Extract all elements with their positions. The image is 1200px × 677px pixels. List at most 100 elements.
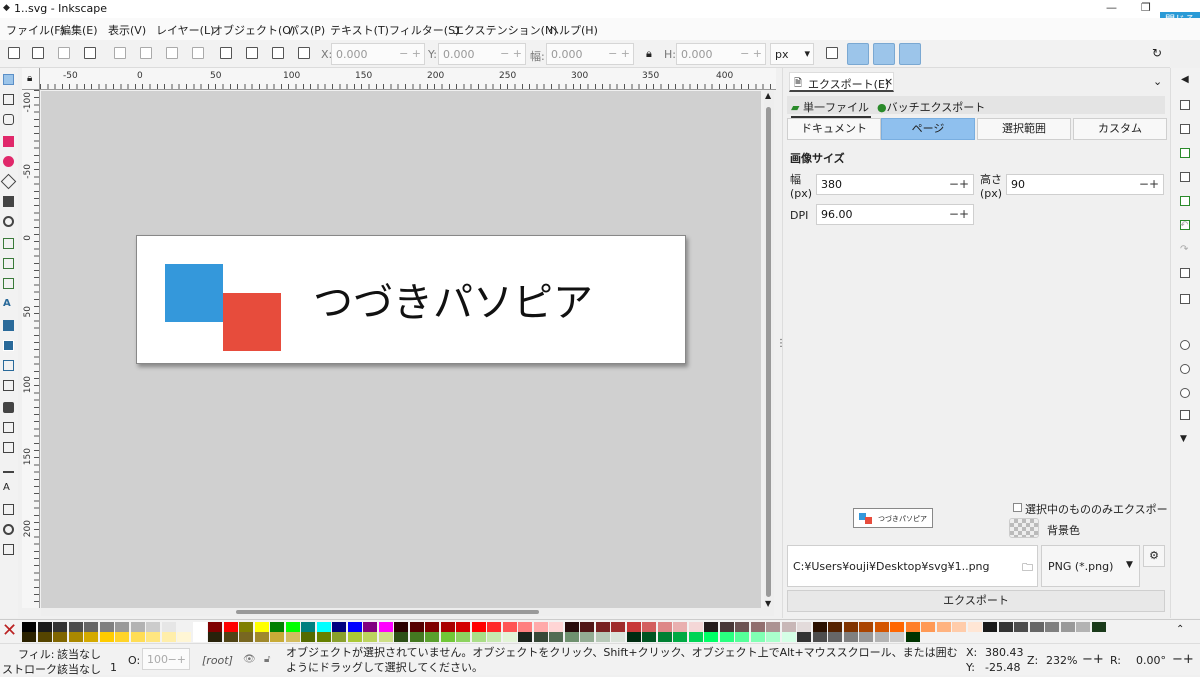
color-swatch[interactable] [952, 622, 966, 632]
color-swatch[interactable] [254, 632, 269, 642]
export-height-field[interactable]: 90 −+ [1006, 174, 1164, 195]
x-field[interactable]: 0.000− + [331, 43, 425, 65]
zoom-fit-icon[interactable] [1180, 410, 1190, 420]
color-swatch[interactable] [564, 632, 579, 642]
raise-icon[interactable] [246, 47, 258, 59]
move-gradients-toggle[interactable] [873, 43, 895, 65]
color-swatch[interactable] [549, 632, 563, 642]
pages-tool-icon[interactable] [3, 504, 14, 515]
color-swatch[interactable] [921, 622, 935, 632]
color-swatch[interactable] [301, 632, 315, 642]
current-layer[interactable]: [root] [202, 654, 233, 667]
color-swatch[interactable] [378, 622, 393, 632]
color-swatch[interactable] [502, 632, 517, 642]
color-swatch[interactable] [1076, 622, 1090, 632]
node-tool-icon[interactable] [3, 94, 14, 105]
zoom-page-icon[interactable] [1180, 388, 1190, 398]
color-swatch[interactable] [177, 632, 191, 642]
minimize-icon[interactable]: — [1106, 1, 1117, 14]
horizontal-scrollbar[interactable] [41, 608, 774, 616]
color-swatch[interactable] [440, 622, 455, 632]
undo-icon[interactable]: ↶ [1180, 220, 1188, 231]
color-swatch[interactable] [843, 632, 858, 642]
color-swatch[interactable] [518, 632, 532, 642]
area-document-button[interactable]: ドキュメント [787, 118, 881, 140]
save-icon[interactable] [1180, 148, 1190, 158]
color-swatch[interactable] [502, 622, 517, 632]
menu-path[interactable]: パス(P) [288, 22, 325, 38]
connector-tool-icon[interactable] [3, 442, 14, 453]
zoom-selection-icon[interactable] [1180, 340, 1190, 350]
spiral-tool-icon[interactable] [3, 216, 14, 227]
copy-icon[interactable] [1180, 268, 1190, 278]
color-swatch[interactable] [859, 622, 873, 632]
panel-menu-chevron-icon[interactable]: ⌄ [1153, 75, 1162, 88]
mesh-tool-icon[interactable] [3, 340, 14, 351]
color-swatch[interactable] [316, 622, 331, 632]
file-format-select[interactable]: PNG (*.png) ▼ [1041, 545, 1140, 587]
paste-icon[interactable] [1180, 294, 1190, 304]
tweak-tool-icon[interactable] [3, 114, 14, 125]
color-swatch[interactable] [37, 632, 52, 642]
color-swatch[interactable] [1029, 622, 1044, 632]
scroll-up-icon[interactable]: ▲ [765, 91, 771, 100]
color-swatch[interactable] [22, 632, 36, 642]
color-swatch[interactable] [688, 622, 703, 632]
gradient-tool-icon[interactable] [3, 320, 14, 331]
lpe-tool-icon[interactable]: A [3, 482, 14, 493]
browse-folder-icon[interactable]: 🗀 [1022, 559, 1033, 578]
color-swatch[interactable] [704, 632, 718, 642]
color-swatch[interactable] [208, 622, 222, 632]
palette-menu-icon[interactable]: ⌃ [1176, 624, 1184, 635]
red-square[interactable] [223, 293, 281, 351]
color-swatch[interactable] [750, 622, 765, 632]
color-swatch[interactable] [456, 622, 470, 632]
color-swatch[interactable] [316, 632, 331, 642]
color-swatch[interactable] [192, 632, 207, 642]
select-all-layers-icon[interactable] [32, 47, 44, 59]
color-swatch[interactable] [890, 622, 904, 632]
color-swatch[interactable] [673, 632, 687, 642]
color-swatch[interactable] [409, 632, 424, 642]
color-swatch[interactable] [363, 632, 377, 642]
color-swatch[interactable] [812, 632, 827, 642]
maximize-icon[interactable]: ❐ [1141, 1, 1151, 14]
measure-tool-icon[interactable] [3, 462, 14, 473]
logo-text[interactable]: つづきパソピア [313, 270, 593, 328]
color-swatch[interactable] [130, 622, 145, 632]
eraser-tool-icon[interactable] [3, 402, 14, 413]
select-same-icon[interactable] [84, 47, 96, 59]
menu-help[interactable]: ヘルプ(H) [548, 22, 598, 38]
document-page[interactable]: つづきパソピア [136, 235, 686, 364]
color-swatch[interactable] [719, 622, 734, 632]
color-swatch[interactable] [1014, 622, 1028, 632]
paint-bucket-tool-icon[interactable] [3, 380, 14, 391]
selector-tool-icon[interactable] [3, 74, 14, 85]
color-swatch[interactable] [208, 632, 222, 642]
rotate-cw-icon[interactable] [140, 47, 152, 59]
star-tool-icon[interactable] [0, 173, 17, 190]
color-swatch[interactable] [115, 622, 129, 632]
zoom-stepper[interactable]: −+ [1082, 652, 1104, 667]
area-selection-button[interactable]: 選択範囲 [977, 118, 1071, 140]
color-swatch[interactable] [797, 622, 811, 632]
color-swatch[interactable] [1045, 622, 1059, 632]
color-swatch[interactable] [347, 622, 362, 632]
color-swatch[interactable] [487, 632, 501, 642]
color-swatch[interactable] [285, 632, 300, 642]
color-swatch[interactable] [812, 622, 827, 632]
rotate-ccw-icon[interactable] [114, 47, 126, 59]
export-tab[interactable]: 🗎 エクスポート(E) × [789, 72, 894, 92]
color-swatch[interactable] [983, 622, 997, 632]
color-swatch[interactable] [487, 622, 501, 632]
color-swatch[interactable] [611, 632, 625, 642]
spray-tool-icon[interactable] [3, 422, 14, 433]
color-swatch[interactable] [828, 632, 842, 642]
color-swatch[interactable] [239, 622, 253, 632]
color-swatch[interactable] [859, 632, 873, 642]
zoom-drawing-icon[interactable] [1180, 364, 1190, 374]
lower-to-bottom-icon[interactable] [298, 47, 310, 59]
stroke-width-value[interactable]: 1 [110, 661, 117, 674]
color-swatch[interactable] [874, 632, 889, 642]
width-field[interactable]: 0.000− + [546, 43, 634, 65]
